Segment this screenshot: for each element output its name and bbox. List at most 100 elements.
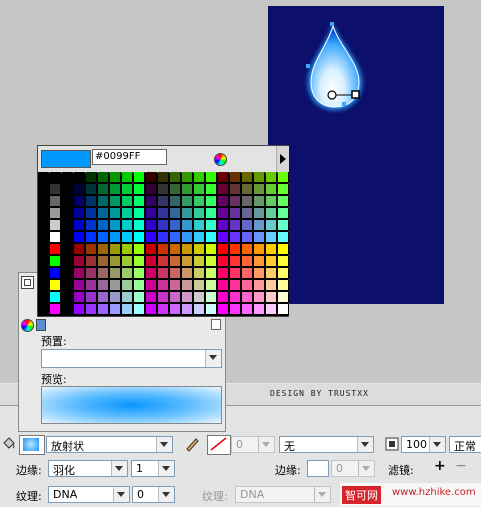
color-swatch[interactable]: [218, 268, 229, 279]
color-swatch[interactable]: [230, 220, 241, 231]
color-swatch[interactable]: [110, 232, 121, 243]
color-swatch[interactable]: [62, 268, 73, 279]
color-swatch[interactable]: [134, 304, 145, 315]
color-swatch[interactable]: [278, 184, 289, 195]
color-swatch[interactable]: [122, 208, 133, 219]
color-swatch[interactable]: [86, 244, 97, 255]
color-swatch[interactable]: [218, 232, 229, 243]
color-swatch[interactable]: [134, 256, 145, 267]
color-swatch[interactable]: [242, 304, 253, 315]
color-swatch[interactable]: [74, 268, 85, 279]
color-swatch[interactable]: [50, 268, 61, 279]
color-swatch[interactable]: [170, 172, 181, 183]
color-swatch[interactable]: [86, 304, 97, 315]
color-swatch[interactable]: [110, 208, 121, 219]
color-swatch[interactable]: [194, 280, 205, 291]
color-swatch[interactable]: [38, 244, 49, 255]
color-swatch[interactable]: [206, 304, 217, 315]
color-swatch[interactable]: [146, 172, 157, 183]
stroke-style-select[interactable]: 无: [279, 436, 374, 453]
color-swatch[interactable]: [86, 256, 97, 267]
color-swatch[interactable]: [98, 208, 109, 219]
color-swatch[interactable]: [122, 172, 133, 183]
swatch-lock-icon[interactable]: [36, 319, 46, 331]
color-swatch[interactable]: [206, 244, 217, 255]
color-swatch[interactable]: [206, 208, 217, 219]
color-swatch[interactable]: [218, 196, 229, 207]
color-swatch[interactable]: [98, 292, 109, 303]
color-swatch[interactable]: [206, 280, 217, 291]
color-swatch[interactable]: [278, 244, 289, 255]
color-swatch[interactable]: [254, 268, 265, 279]
color-swatch[interactable]: [266, 232, 277, 243]
color-swatch[interactable]: [98, 232, 109, 243]
color-swatch[interactable]: [62, 184, 73, 195]
color-swatch[interactable]: [218, 220, 229, 231]
color-swatch[interactable]: [110, 220, 121, 231]
color-swatch[interactable]: [194, 184, 205, 195]
color-swatch[interactable]: [110, 292, 121, 303]
color-swatch[interactable]: [158, 256, 169, 267]
color-swatch[interactable]: [74, 244, 85, 255]
panel-menu-arrow-icon[interactable]: [276, 146, 289, 172]
edge-type-select[interactable]: 羽化: [48, 460, 128, 477]
color-swatch[interactable]: [98, 172, 109, 183]
color-swatch[interactable]: [110, 256, 121, 267]
color-swatch[interactable]: [74, 184, 85, 195]
color-swatch[interactable]: [110, 268, 121, 279]
color-swatch[interactable]: [74, 172, 85, 183]
pencil-icon[interactable]: [184, 436, 200, 452]
color-swatch[interactable]: [218, 244, 229, 255]
color-swatch[interactable]: [134, 232, 145, 243]
color-swatch[interactable]: [194, 256, 205, 267]
color-swatch[interactable]: [278, 232, 289, 243]
color-swatch[interactable]: [50, 196, 61, 207]
color-swatch[interactable]: [254, 280, 265, 291]
color-swatch[interactable]: [110, 304, 121, 315]
color-swatch[interactable]: [62, 304, 73, 315]
color-swatch[interactable]: [170, 184, 181, 195]
color-swatch[interactable]: [170, 244, 181, 255]
color-swatch[interactable]: [158, 232, 169, 243]
color-swatch[interactable]: [158, 172, 169, 183]
color-swatch[interactable]: [50, 172, 61, 183]
color-swatch[interactable]: [38, 208, 49, 219]
color-swatch[interactable]: [242, 232, 253, 243]
color-swatch[interactable]: [254, 208, 265, 219]
color-swatch[interactable]: [86, 208, 97, 219]
color-swatch[interactable]: [74, 292, 85, 303]
color-swatch[interactable]: [266, 220, 277, 231]
color-swatch[interactable]: [146, 304, 157, 315]
paint-bucket-icon[interactable]: [2, 436, 16, 450]
color-swatch[interactable]: [86, 292, 97, 303]
color-swatch[interactable]: [146, 220, 157, 231]
color-swatch[interactable]: [206, 196, 217, 207]
color-swatch[interactable]: [206, 292, 217, 303]
color-swatch[interactable]: [230, 184, 241, 195]
color-swatch[interactable]: [62, 220, 73, 231]
color-swatch[interactable]: [134, 208, 145, 219]
color-swatch[interactable]: [278, 172, 289, 183]
texture-amount-select[interactable]: 0: [132, 486, 175, 503]
edge2-value-select[interactable]: 0: [331, 460, 375, 477]
color-swatch[interactable]: [242, 184, 253, 195]
color-swatch[interactable]: [254, 256, 265, 267]
color-swatch[interactable]: [194, 220, 205, 231]
color-swatch[interactable]: [134, 196, 145, 207]
color-swatch[interactable]: [146, 280, 157, 291]
color-swatch[interactable]: [182, 208, 193, 219]
color-swatch[interactable]: [218, 304, 229, 315]
color-swatch[interactable]: [146, 244, 157, 255]
color-swatch[interactable]: [194, 232, 205, 243]
color-swatch[interactable]: [242, 208, 253, 219]
color-swatch[interactable]: [146, 256, 157, 267]
color-swatch[interactable]: [134, 220, 145, 231]
color-swatch[interactable]: [50, 220, 61, 231]
color-swatch[interactable]: [242, 244, 253, 255]
color-swatch[interactable]: [230, 268, 241, 279]
color-swatch[interactable]: [62, 208, 73, 219]
color-swatch[interactable]: [62, 256, 73, 267]
edge-value-select[interactable]: 1: [131, 460, 175, 477]
color-swatch[interactable]: [146, 208, 157, 219]
panel-lock-icon[interactable]: [211, 319, 221, 330]
